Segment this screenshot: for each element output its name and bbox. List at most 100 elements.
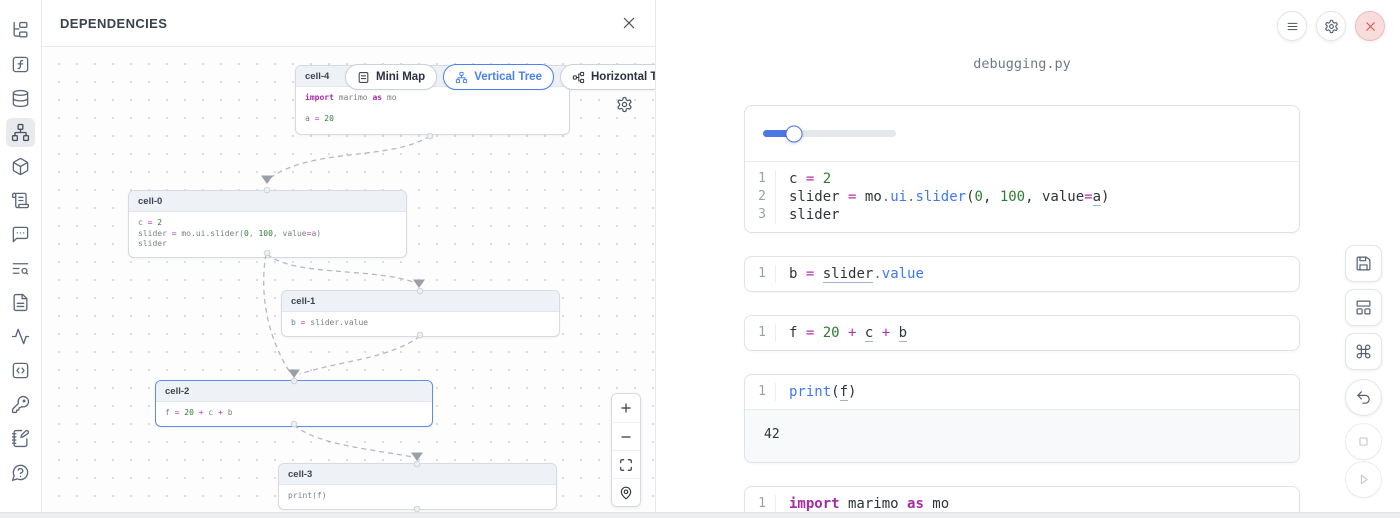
code-token [840, 189, 848, 205]
graph-node-code-line: slider [138, 239, 397, 250]
view-button-vertical-tree[interactable]: Vertical Tree [443, 64, 554, 90]
undo-icon[interactable] [1345, 379, 1382, 416]
graph-node-code-line: a = 20 [305, 114, 560, 125]
locate-pin-icon[interactable] [612, 478, 640, 506]
code-token: a [1093, 189, 1101, 206]
code-token: 20 [184, 408, 194, 417]
package-box-icon[interactable] [6, 152, 35, 181]
code-token: a) [311, 229, 321, 238]
view-button-mini-map[interactable]: Mini Map [345, 64, 437, 90]
scroll-text-icon[interactable] [6, 186, 35, 215]
code-token: . [873, 266, 881, 282]
code-token [797, 325, 805, 341]
bottom-scrollbar[interactable] [0, 512, 1400, 518]
list-search-icon[interactable] [6, 254, 35, 283]
view-button-horizontal-tree[interactable]: Horizontal Tree [560, 64, 655, 90]
code-line: 1b = slider.value [745, 265, 1299, 283]
code-editor[interactable]: 1f = 20 + c + b [745, 316, 1299, 350]
notebook-pen-icon[interactable] [6, 424, 35, 453]
help-circle-icon[interactable] [6, 458, 35, 487]
code-token: + [882, 325, 890, 341]
code-editor[interactable]: 1c = 22slider = mo.ui.slider(0, 100, val… [745, 162, 1299, 232]
graph-node-cell-3[interactable]: cell-3print(f) [278, 463, 557, 510]
graph-node-cell-0[interactable]: cell-0c = 2slider = mo.ui.slider(0, 100,… [128, 190, 407, 258]
layout-panels-icon[interactable] [1345, 289, 1382, 326]
code-square-icon[interactable] [6, 356, 35, 385]
code-token: . [882, 189, 890, 205]
code-token [991, 189, 999, 205]
notebook-cell-b-cell: 1b = slider.value [744, 256, 1300, 292]
dependencies-network-icon[interactable] [6, 118, 35, 147]
code-token: f [840, 384, 848, 401]
notebook-cell-import-cell: 1import marimo as mo2 [744, 486, 1300, 512]
code-token: mo [382, 93, 396, 102]
gear-icon[interactable] [1316, 11, 1346, 41]
edge-arrowhead-icon [411, 453, 423, 462]
notebook-cell-f-cell: 1f = 20 + c + b [744, 315, 1300, 351]
code-editor[interactable]: 1print(f) [745, 375, 1299, 409]
graph-view-toolbar: Mini Map Vertical Tree Horizontal Tree [345, 64, 655, 90]
file-tree-icon[interactable] [6, 16, 35, 45]
code-token: b [291, 318, 301, 327]
code-token: = [1084, 189, 1092, 205]
function-square-icon[interactable] [6, 50, 35, 79]
code-token: ) [848, 384, 856, 400]
view-button-label: Vertical Tree [474, 71, 542, 83]
code-token: 100 [258, 229, 272, 238]
code-token: value [882, 266, 924, 282]
code-token [890, 325, 898, 341]
edge-arrowhead-icon [261, 176, 273, 185]
code-token: slider [789, 207, 840, 223]
activity-pulse-icon[interactable] [6, 322, 35, 351]
code-token: a [305, 114, 315, 123]
graph-node-title: cell-2 [156, 381, 432, 402]
database-icon[interactable] [6, 84, 35, 113]
code-token: ( [966, 189, 974, 205]
code-token: 2 [823, 171, 831, 187]
gear-icon[interactable] [616, 96, 633, 113]
code-token [797, 171, 805, 187]
code-editor[interactable]: 1b = slider.value [745, 257, 1299, 291]
dependency-graph-canvas[interactable]: Mini Map Vertical Tree Horizontal Tree cel… [42, 47, 655, 512]
notebook-panel: debugging.py 1c = 22slider = mo.ui.slide… [656, 0, 1400, 512]
view-button-label: Mini Map [376, 71, 425, 83]
code-token: import [305, 93, 334, 102]
key-icon[interactable] [6, 390, 35, 419]
line-number: 1 [745, 495, 776, 512]
zoom-in-icon[interactable] [612, 394, 640, 422]
menu-icon[interactable] [1277, 11, 1307, 41]
edge-arrowhead-icon [413, 280, 425, 289]
code-editor[interactable]: 1import marimo as mo2 [745, 487, 1299, 512]
graph-edge-cell-0-to-cell-1 [267, 254, 416, 283]
file-text-icon[interactable] [6, 288, 35, 317]
code-line: 1f = 20 + c + b [745, 324, 1299, 342]
graph-node-code: import marimo as moa = 20 [296, 87, 569, 132]
code-line: 2slider = mo.ui.slider(0, 100, value=a) [745, 188, 1299, 206]
chat-bubble-icon[interactable] [6, 220, 35, 249]
fit-view-icon[interactable] [612, 450, 640, 478]
code-token: mo [865, 189, 882, 205]
command-icon[interactable] [1345, 333, 1382, 370]
code-token: ( [831, 384, 839, 400]
graph-node-cell-2[interactable]: cell-2f = 20 + c + b [155, 380, 433, 427]
zoom-out-icon[interactable] [612, 422, 640, 450]
code-token: slider.value [305, 318, 368, 327]
code-text: print(f) [789, 383, 856, 401]
line-number: 1 [745, 265, 776, 283]
code-token: import [789, 496, 840, 512]
run-icon[interactable] [1345, 461, 1382, 498]
slider-thumb[interactable] [785, 125, 802, 142]
notebook-filename[interactable]: debugging.py [744, 56, 1300, 72]
graph-node-title: cell-0 [129, 191, 406, 212]
code-token: b [223, 408, 233, 417]
cell-output: 42 [745, 409, 1299, 462]
slider-widget[interactable] [763, 130, 896, 137]
line-number: 1 [745, 170, 776, 188]
stop-icon[interactable] [1345, 423, 1382, 460]
save-icon[interactable] [1345, 245, 1382, 282]
close-icon[interactable] [621, 15, 637, 31]
code-token [797, 266, 805, 282]
code-token [840, 325, 848, 341]
code-token: mo [924, 496, 949, 512]
graph-node-cell-1[interactable]: cell-1b = slider.value [281, 290, 560, 337]
